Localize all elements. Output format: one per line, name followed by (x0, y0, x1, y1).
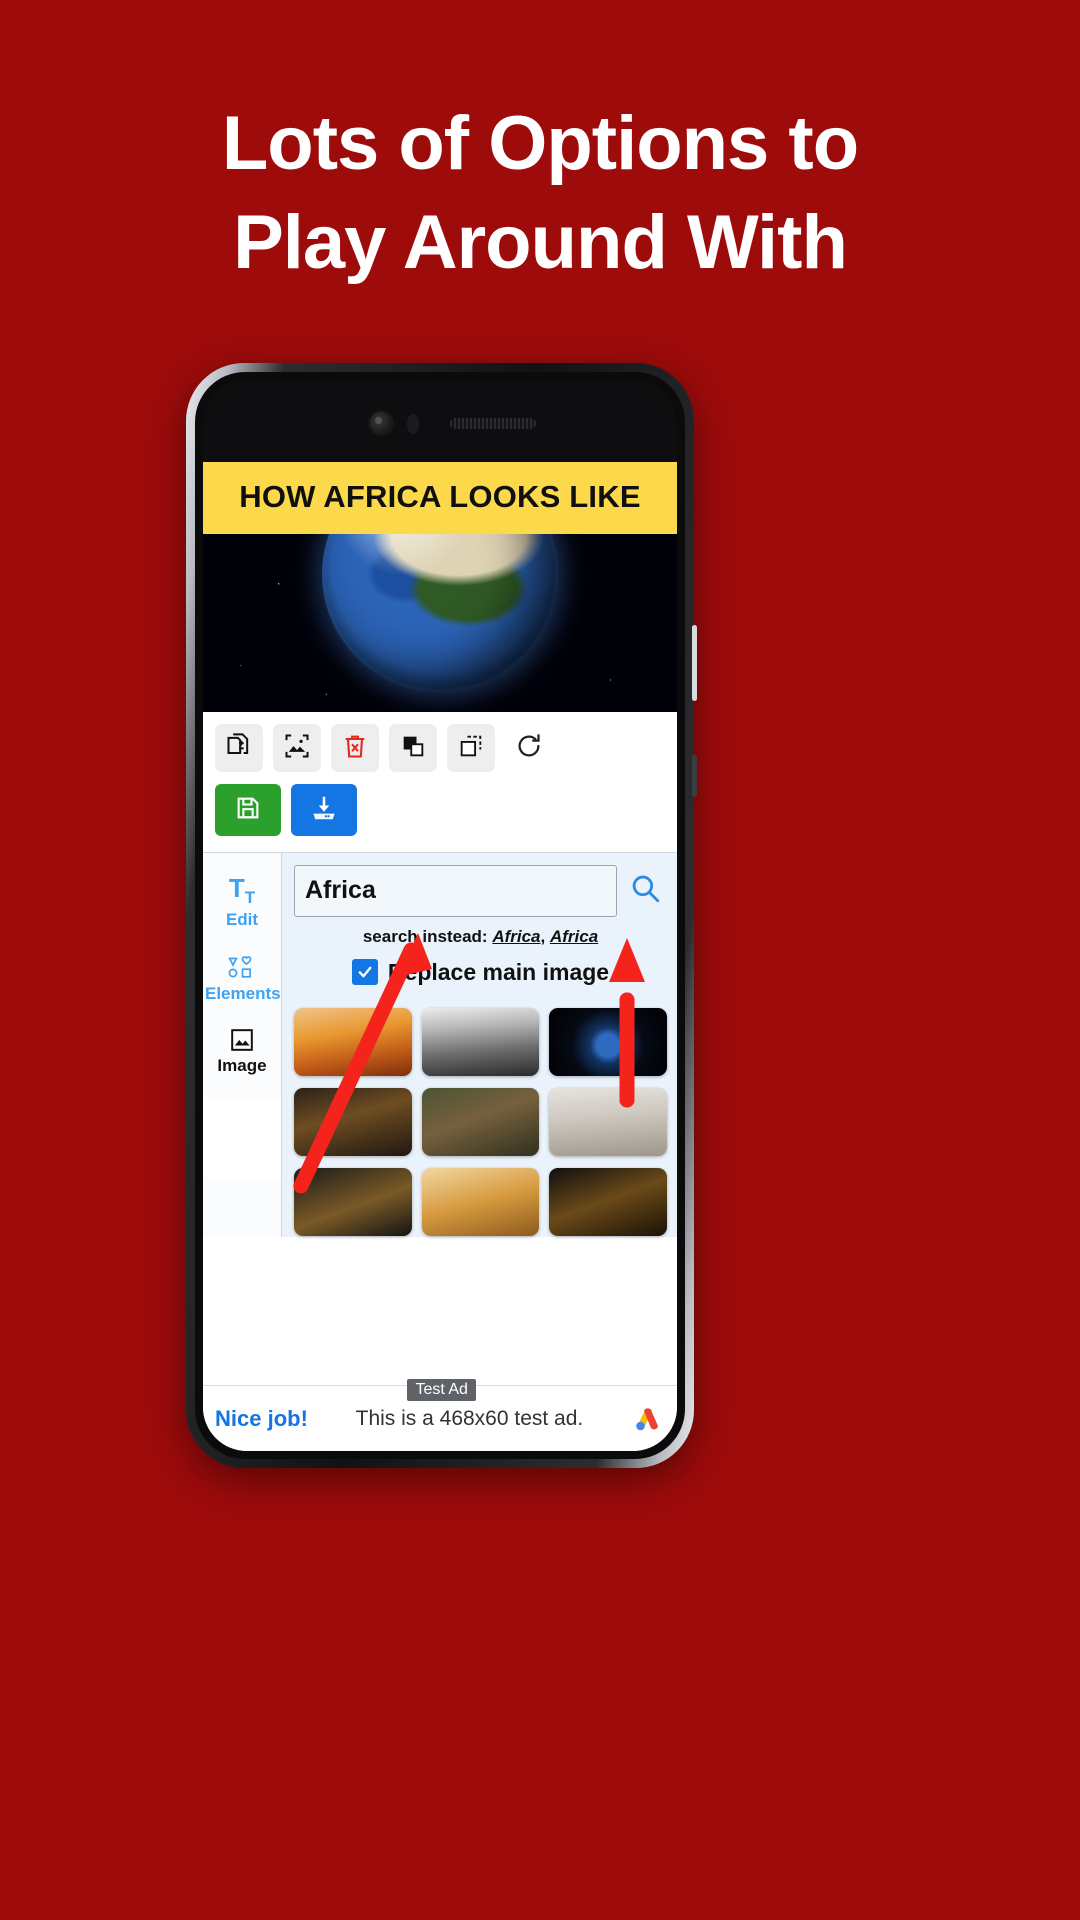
download-button[interactable] (291, 783, 357, 836)
power-button[interactable] (692, 755, 697, 797)
ad-left-text[interactable]: Nice job! (215, 1406, 308, 1432)
phone-top-bezel (203, 380, 677, 462)
image-result-1[interactable] (294, 1007, 412, 1076)
image-result-7[interactable] (294, 1167, 412, 1236)
bring-to-front-button[interactable] (389, 723, 437, 772)
app-content: HOW AFRICA LOOKS LIKE TT Edit Elements I… (203, 462, 677, 1451)
volume-button[interactable] (692, 625, 697, 701)
delete-button[interactable] (331, 723, 379, 772)
toolbar-action-row (215, 782, 665, 846)
shapes-icon (205, 954, 279, 980)
image-search-main: Africa search instead: Africa, Africa Re… (282, 853, 677, 1237)
suggestion-separator: , (540, 926, 546, 946)
search-suggestions: search instead: Africa, Africa (294, 927, 667, 947)
text-tool-icon: TT (228, 872, 256, 907)
sensor-icon (407, 414, 419, 434)
phone-inner-frame: HOW AFRICA LOOKS LIKE TT Edit Elements I… (195, 372, 685, 1459)
replace-main-image-checkbox[interactable] (351, 959, 378, 986)
sidebar-item-edit-label: Edit (225, 910, 259, 929)
floppy-disk-icon (234, 794, 262, 825)
toolbar-icon-row (215, 723, 665, 772)
send-to-back-icon (457, 732, 485, 763)
phone-screen: HOW AFRICA LOOKS LIKE TT Edit Elements I… (203, 380, 677, 1451)
image-result-5[interactable] (421, 1087, 540, 1156)
send-to-back-button[interactable] (447, 723, 495, 772)
save-button[interactable] (215, 783, 281, 836)
poster-hero-image[interactable] (203, 533, 677, 712)
bring-to-front-icon (399, 732, 427, 763)
image-result-6[interactable] (549, 1087, 667, 1156)
ad-banner[interactable]: Nice job! Test Ad This is a 468x60 test … (203, 1378, 677, 1451)
sidebar-item-edit[interactable]: TT Edit (203, 865, 281, 944)
reset-button[interactable] (505, 724, 553, 772)
search-suggestion-2[interactable]: Africa (550, 927, 598, 946)
earpiece-speaker-icon (450, 418, 536, 429)
add-page-button[interactable] (215, 723, 263, 772)
image-result-8[interactable] (421, 1167, 540, 1236)
add-image-button[interactable] (273, 723, 321, 772)
delete-icon (341, 732, 369, 763)
sidebar-item-elements[interactable]: Elements (203, 944, 281, 1018)
sidebar-item-image-label: Image (217, 1056, 267, 1075)
search-icon (628, 871, 662, 910)
editor-toolbar (203, 711, 677, 852)
poster-title-banner[interactable]: HOW AFRICA LOOKS LIKE (203, 462, 677, 534)
ad-body-text: This is a 468x60 test ad. (355, 1406, 584, 1430)
promo-headline: Lots of Options to Play Around With (0, 95, 1080, 293)
ad-tag-badge: Test Ad (407, 1378, 476, 1401)
front-camera-icon (368, 410, 396, 438)
sidebar-item-image[interactable]: Image (203, 1018, 281, 1090)
sidebar-filler (203, 1098, 281, 1178)
search-go-button[interactable] (623, 871, 667, 910)
replace-main-image-row[interactable]: Replace main image (294, 959, 667, 986)
editor-sidebar: TT Edit Elements Image (203, 852, 282, 1237)
image-search-panel: TT Edit Elements Image Africa search ins… (203, 851, 677, 1237)
replace-main-image-label: Replace main image (387, 958, 610, 985)
search-row: Africa (294, 864, 667, 917)
add-page-icon (225, 732, 253, 763)
google-ads-icon (631, 1402, 665, 1436)
picture-icon (205, 1028, 279, 1052)
ad-body: Test Ad This is a 468x60 test ad. (308, 1378, 631, 1431)
search-input-value: Africa (305, 876, 376, 905)
promo-headline-line-1: Lots of Options to (221, 101, 859, 186)
promo-headline-line-2: Play Around With (233, 199, 848, 285)
add-image-icon (283, 732, 311, 763)
image-results-grid (294, 1007, 667, 1236)
download-icon (309, 793, 339, 826)
search-suggestion-1[interactable]: Africa (492, 927, 540, 946)
image-result-4[interactable] (294, 1087, 412, 1156)
search-input[interactable]: Africa (294, 864, 617, 917)
sidebar-item-elements-label: Elements (205, 984, 281, 1003)
image-result-9[interactable] (549, 1167, 667, 1236)
reset-icon (514, 731, 544, 764)
phone-mockup: HOW AFRICA LOOKS LIKE TT Edit Elements I… (186, 363, 697, 1468)
image-result-3[interactable] (549, 1007, 667, 1076)
image-result-2[interactable] (421, 1007, 540, 1076)
search-suggestion-prefix: search instead: (362, 926, 488, 946)
